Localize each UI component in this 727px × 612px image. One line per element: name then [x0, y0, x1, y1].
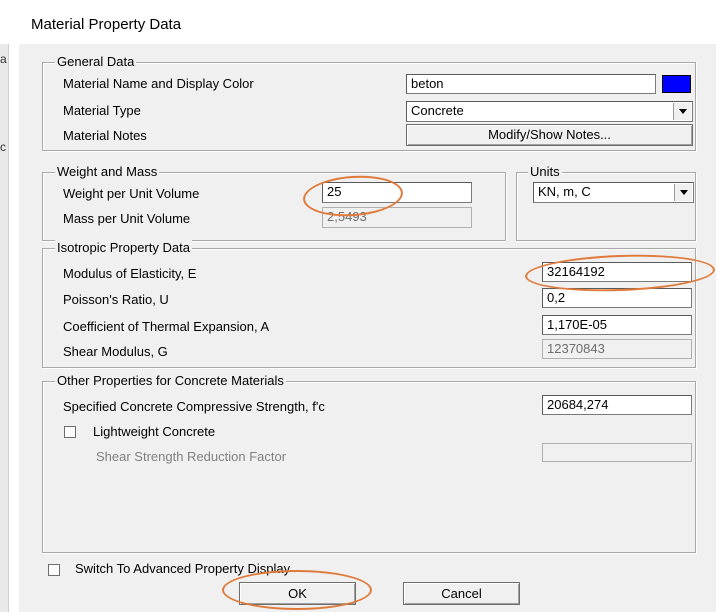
background-glyph: a [0, 52, 7, 66]
isotropic-legend: Isotropic Property Data [55, 240, 192, 255]
material-type-label: Material Type [63, 103, 141, 118]
display-color-swatch[interactable] [662, 75, 691, 93]
window-title: Material Property Data [31, 16, 182, 33]
units-legend: Units [528, 164, 562, 179]
modulus-elasticity-label: Modulus of Elasticity, E [63, 266, 197, 281]
thermal-expansion-label: Coefficient of Thermal Expansion, A [63, 319, 270, 334]
thermal-expansion-field[interactable]: 1,170E-05 [542, 315, 692, 335]
cancel-button[interactable]: Cancel [403, 582, 520, 605]
compressive-strength-field[interactable]: 20684,274 [542, 395, 692, 415]
general-data-legend: General Data [55, 54, 137, 69]
background-glyph: c [0, 140, 6, 154]
shear-modulus-label: Shear Modulus, G [63, 344, 168, 359]
units-select[interactable]: KN, m, C [533, 182, 694, 203]
shear-strength-reduction-field [542, 443, 692, 462]
shear-modulus-field: 12370843 [542, 339, 692, 359]
weight-mass-legend: Weight and Mass [55, 164, 160, 179]
advanced-display-checkbox[interactable] [48, 564, 60, 576]
title-bar: Material Property Data [0, 0, 727, 44]
modify-notes-button[interactable]: Modify/Show Notes... [406, 124, 693, 146]
mass-label: Mass per Unit Volume [63, 211, 191, 226]
compressive-strength-label: Specified Concrete Compressive Strength,… [63, 399, 325, 414]
units-value: KN, m, C [538, 184, 591, 199]
material-type-value: Concrete [411, 103, 464, 118]
material-type-select[interactable]: Concrete [406, 101, 693, 122]
background-app-strip [0, 44, 9, 612]
lightweight-concrete-label: Lightweight Concrete [93, 424, 216, 439]
material-name-field[interactable]: beton [406, 74, 656, 94]
lightweight-concrete-checkbox[interactable] [64, 426, 76, 438]
concrete-properties-legend: Other Properties for Concrete Materials [55, 373, 286, 388]
material-name-label: Material Name and Display Color [63, 76, 254, 91]
weight-label: Weight per Unit Volume [63, 186, 200, 201]
poisson-ratio-label: Poisson's Ratio, U [63, 292, 169, 307]
shear-strength-reduction-label: Shear Strength Reduction Factor [96, 449, 287, 464]
material-notes-label: Material Notes [63, 128, 147, 143]
annotation-oval-ok [222, 570, 372, 610]
chevron-down-icon[interactable] [673, 103, 691, 120]
chevron-down-icon[interactable] [674, 184, 692, 201]
